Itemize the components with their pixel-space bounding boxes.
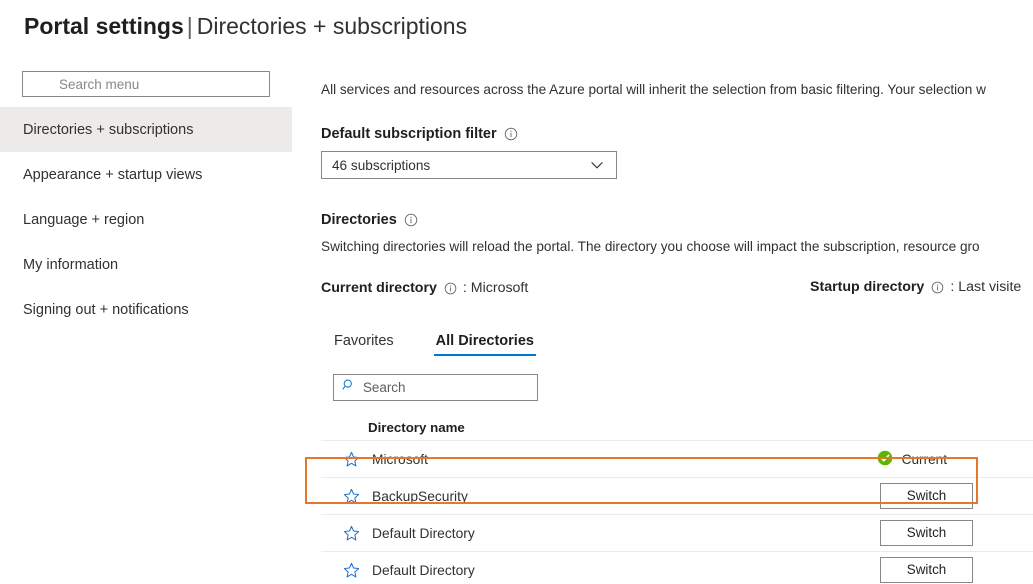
current-directory: Current directory : Microsoft [321, 280, 528, 296]
startup-directory: Startup directory : Last visite [810, 279, 1021, 295]
column-header-directory-name: Directory name [368, 420, 465, 435]
info-icon[interactable] [504, 127, 518, 141]
row-trailing: Switch [813, 520, 973, 546]
star-outline-icon[interactable] [343, 562, 368, 579]
page-title-main: Portal settings [24, 13, 184, 39]
directory-name: Microsoft [372, 452, 428, 467]
sidebar-search-wrap [0, 63, 292, 97]
page-title: Portal settings|Directories + subscripti… [24, 10, 467, 42]
sidebar-nav-list: Directories + subscriptions Appearance +… [0, 107, 292, 332]
row-trailing: Switch [813, 483, 973, 509]
directory-search-box[interactable]: Search [333, 374, 538, 401]
sidebar-item-directories-subscriptions[interactable]: Directories + subscriptions [0, 107, 292, 152]
directory-meta-row: Current directory : Microsoft Startup di… [321, 279, 1033, 299]
chevron-down-icon [586, 157, 608, 173]
directories-section: Directories Switching directories will r… [321, 212, 1033, 257]
star-outline-icon[interactable] [343, 488, 368, 505]
current-directory-value: : Microsoft [463, 280, 528, 296]
portal-settings-page: Portal settings|Directories + subscripti… [0, 0, 1033, 584]
info-icon[interactable] [444, 282, 457, 295]
table-row[interactable]: Microsoft Current [321, 441, 1033, 478]
directory-search-placeholder: Search [363, 380, 405, 395]
directory-tabs: Favorites All Directories [332, 326, 1033, 356]
sidebar-item-label: Appearance + startup views [23, 167, 202, 183]
directories-description: Switching directories will reload the po… [321, 237, 1033, 257]
sidebar: Directories + subscriptions Appearance +… [0, 63, 292, 332]
info-icon[interactable] [931, 281, 944, 294]
startup-directory-label: Startup directory [810, 279, 924, 295]
search-icon [342, 378, 356, 397]
star-outline-icon[interactable] [343, 525, 368, 542]
tab-favorites[interactable]: Favorites [332, 333, 396, 356]
sidebar-item-language-region[interactable]: Language + region [0, 197, 292, 242]
sidebar-item-label: My information [23, 257, 118, 273]
tab-label: All Directories [436, 333, 534, 349]
sidebar-item-signing-out-notifications[interactable]: Signing out + notifications [0, 287, 292, 332]
star-outline-icon[interactable] [343, 451, 368, 468]
table-row[interactable]: Default Directory Switch [321, 515, 1033, 552]
tab-all-directories[interactable]: All Directories [434, 333, 536, 356]
directories-label-text: Directories [321, 212, 397, 228]
subscription-filter-dropdown[interactable]: 46 subscriptions [321, 151, 617, 179]
status-text: Current [902, 452, 947, 467]
sidebar-item-appearance-startup-views[interactable]: Appearance + startup views [0, 152, 292, 197]
status-badge: Current [877, 450, 973, 469]
directories-label: Directories [321, 212, 1033, 228]
switch-button[interactable]: Switch [880, 520, 973, 546]
intro-description: All services and resources across the Az… [321, 80, 1033, 100]
sidebar-item-label: Signing out + notifications [23, 302, 189, 318]
row-trailing: Current [813, 450, 973, 469]
current-directory-label: Current directory [321, 280, 437, 296]
table-row[interactable]: BackupSecurity Switch [321, 478, 1033, 515]
page-title-sub: Directories + subscriptions [197, 13, 467, 39]
tab-label: Favorites [334, 333, 394, 349]
directory-name: BackupSecurity [372, 489, 468, 504]
sidebar-item-my-information[interactable]: My information [0, 242, 292, 287]
check-circle-icon [877, 450, 893, 469]
main-content: All services and resources across the Az… [321, 63, 1033, 584]
default-subscription-filter-block: Default subscription filter 46 subscript… [321, 126, 1033, 179]
info-icon[interactable] [404, 213, 418, 227]
table-header: Directory name [321, 415, 1033, 441]
page-title-separator: | [184, 13, 197, 39]
directories-table: Directory name Microsoft [321, 415, 1033, 584]
switch-button[interactable]: Switch [880, 557, 973, 583]
table-row[interactable]: Default Directory Switch [321, 552, 1033, 584]
directory-name: Default Directory [372, 563, 475, 578]
row-trailing: Switch [813, 557, 973, 583]
switch-button[interactable]: Switch [880, 483, 973, 509]
default-subscription-filter-label-text: Default subscription filter [321, 126, 497, 142]
directory-name: Default Directory [372, 526, 475, 541]
sidebar-item-label: Directories + subscriptions [23, 122, 193, 138]
sidebar-item-label: Language + region [23, 212, 144, 228]
startup-directory-value: : Last visite [950, 279, 1021, 295]
subscription-filter-value: 46 subscriptions [332, 158, 586, 173]
default-subscription-filter-label: Default subscription filter [321, 126, 1033, 142]
search-menu-input[interactable] [22, 71, 270, 97]
